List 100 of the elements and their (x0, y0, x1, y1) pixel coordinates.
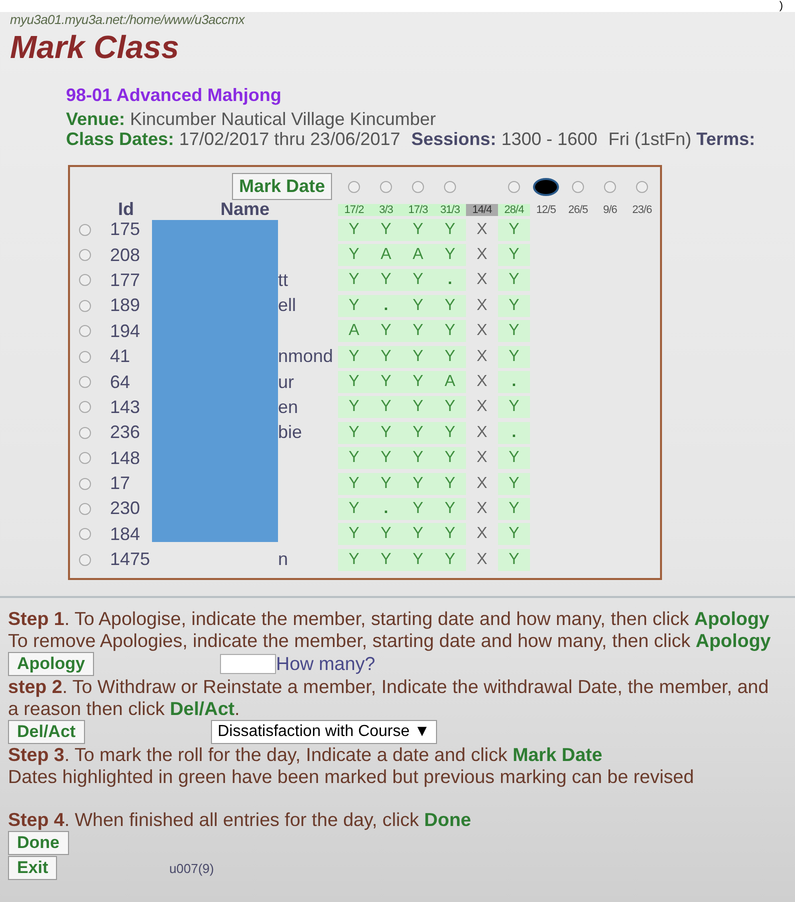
member-radio[interactable] (79, 426, 91, 439)
member-radio[interactable] (79, 502, 91, 515)
attendance-mark: Y (370, 447, 402, 470)
member-radio[interactable] (79, 554, 91, 566)
attendance-mark: A (402, 244, 434, 266)
attendance-mark: Y (434, 548, 466, 571)
member-id: 1475 (109, 549, 152, 570)
member-id: 175 (109, 219, 142, 240)
exit-button[interactable]: Exit (8, 856, 58, 880)
date-header: 17/2 (338, 204, 370, 216)
attendance-mark: Y (434, 447, 466, 470)
date-radio[interactable] (412, 180, 424, 192)
member-name: bie (277, 422, 304, 444)
del-act-button[interactable]: Del/Act (8, 720, 85, 744)
date-radio[interactable] (636, 180, 648, 192)
member-id: 194 (109, 320, 142, 342)
attendance-mark: Y (498, 346, 530, 368)
member-radio[interactable] (79, 452, 91, 464)
reason-dropdown[interactable]: Dissatisfaction with Course ▼ (210, 720, 437, 744)
date-radio[interactable] (380, 180, 392, 192)
done-button[interactable]: Done (8, 831, 68, 856)
attendance-mark: . (434, 269, 466, 292)
attendance-mark: Y (338, 523, 370, 546)
attendance-mark: Y (338, 472, 370, 495)
attendance-mark: Y (402, 422, 434, 444)
member-radio[interactable] (79, 274, 91, 286)
class-dates-label: Class Dates: (66, 129, 174, 149)
date-header: 26/5 (567, 204, 589, 216)
how-many-label: How many? (276, 653, 376, 675)
attendance-mark: Y (402, 396, 434, 418)
attendance-mark: Y (402, 548, 434, 571)
instruction-text: Step 4. When finished all entries for the day, click Done (8, 809, 472, 831)
date-header: 14/4 (466, 204, 498, 216)
date-radio[interactable] (572, 180, 584, 192)
attendance-mark: Y (402, 294, 434, 317)
instruction-text: step 2. To Withdraw or Reinstate a member, Indicate the withdrawal Date, the member, and a reason then click Del/Act. (8, 676, 770, 720)
page-code: u007(9) (169, 860, 214, 878)
attendance-mark: X (476, 550, 488, 570)
attendance-mark: Y (498, 523, 530, 546)
date-header: 12/5 (535, 204, 557, 216)
member-radio[interactable] (79, 478, 91, 490)
server-path: myu3a01.myu3a.net:/home/www/u3accmx (10, 12, 246, 27)
attendance-mark: X (476, 346, 488, 367)
date-radio[interactable] (604, 180, 616, 192)
attendance-mark: Y (498, 244, 530, 266)
date-radio[interactable] (508, 180, 520, 192)
attendance-mark: X (476, 422, 488, 443)
venue-value: Kincumber Nautical Village Kincumber (130, 109, 436, 129)
member-name: nmond (277, 346, 334, 368)
member-id: 177 (109, 270, 142, 291)
member-radio[interactable] (79, 401, 91, 414)
attendance-mark: Y (338, 371, 370, 394)
date-radio[interactable] (348, 180, 360, 192)
attendance-mark: Y (370, 472, 402, 495)
attendance-mark: Y (370, 523, 402, 546)
member-id: 41 (109, 346, 132, 368)
member-id: 148 (109, 448, 142, 469)
member-name: n (277, 549, 290, 570)
member-radio[interactable] (79, 350, 91, 363)
attendance-mark: Y (338, 346, 370, 368)
attendance-mark: Y (338, 244, 370, 266)
date-radio[interactable] (444, 180, 456, 192)
member-radio[interactable] (79, 528, 91, 540)
attendance-mark: X (476, 474, 488, 494)
attendance-mark: . (370, 294, 402, 317)
attendance-mark: Y (370, 422, 402, 444)
apology-button[interactable]: Apology (8, 652, 94, 676)
member-radio[interactable] (79, 325, 91, 338)
date-radio[interactable] (533, 178, 559, 196)
instruction-text: Step 3. To mark the roll for the day, Indicate a date and click Mark Date (8, 744, 604, 766)
attendance-mark: X (476, 372, 488, 392)
attendance-mark: Y (434, 218, 466, 241)
sessions-label: Sessions: (411, 129, 496, 149)
attendance-mark: Y (402, 269, 434, 292)
member-id: 184 (109, 524, 142, 545)
mark-date-button[interactable]: Mark Date (232, 173, 332, 200)
member-radio[interactable] (79, 224, 91, 236)
attendance-mark: Y (434, 320, 466, 342)
attendance-mark: Y (402, 447, 434, 470)
attendance-mark: Y (434, 422, 466, 444)
member-radio[interactable] (79, 300, 91, 312)
member-id: 64 (109, 372, 132, 393)
class-dates-value: 17/02/2017 thru 23/06/2017 (179, 129, 400, 149)
member-radio[interactable] (79, 376, 91, 388)
attendance-mark: Y (370, 396, 402, 418)
member-id: 208 (109, 244, 142, 266)
terms-label: Terms: (696, 129, 756, 149)
attendance-mark: X (476, 245, 488, 266)
attendance-mark: X (476, 220, 488, 240)
attendance-mark: . (370, 498, 402, 520)
member-id: 189 (109, 295, 142, 316)
member-radio[interactable] (79, 249, 91, 262)
attendance-mark: Y (498, 320, 530, 342)
member-id: 17 (109, 473, 132, 494)
date-header: 9/6 (602, 204, 618, 216)
member-name: ell (277, 295, 298, 316)
how-many-field[interactable] (220, 654, 276, 674)
attendance-mark: X (476, 498, 488, 519)
course-title: 98-01 Advanced Mahjong (66, 85, 282, 105)
attendance-mark: X (476, 321, 488, 342)
